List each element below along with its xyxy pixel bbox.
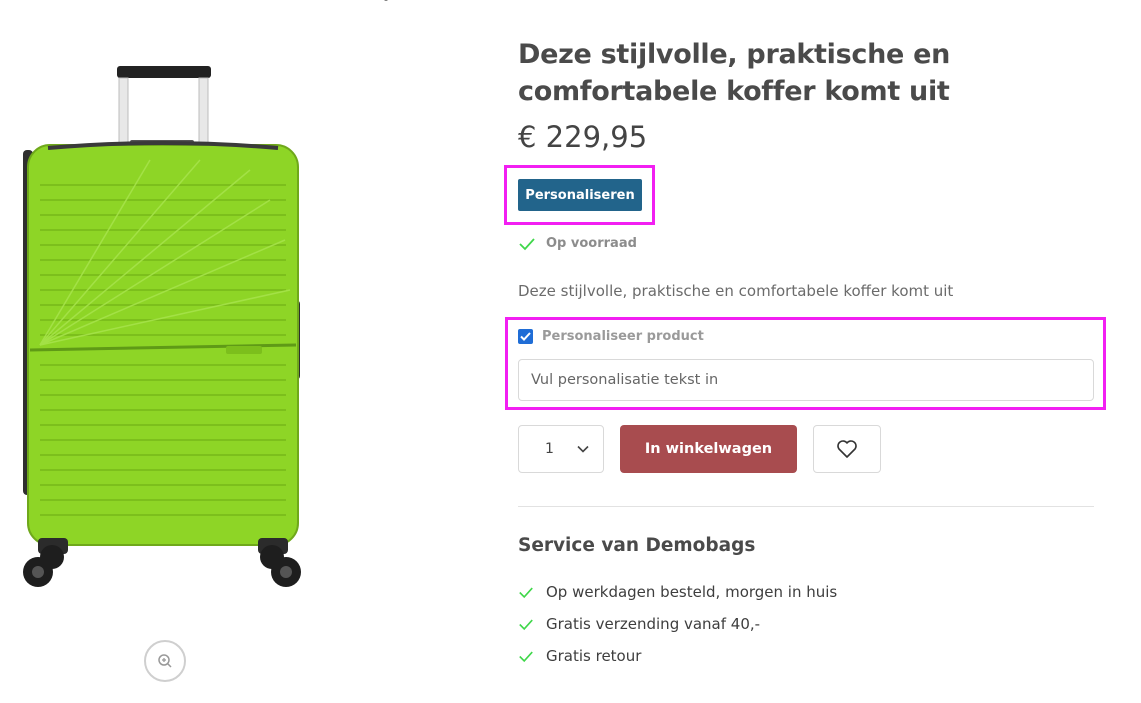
quantity-select[interactable]: 1 [518,425,604,473]
heart-icon [837,440,857,458]
service-item: Gratis verzending vanaf 40,- [518,608,837,640]
personalize-checkbox-row[interactable]: Personaliseer product [518,329,704,344]
check-icon [519,587,533,598]
service-title: Service van Demobags [518,535,756,556]
service-list: Op werkdagen besteld, morgen in huis Gra… [518,576,837,672]
service-item-label: Gratis retour [546,647,642,665]
service-item-label: Op werkdagen besteld, morgen in huis [546,583,838,601]
product-title: Deze stijlvolle, praktische en comfortab… [518,39,951,107]
check-icon [519,651,533,662]
product-description: Deze stijlvolle, praktische en comfortab… [518,282,954,300]
section-divider [518,506,1094,507]
suitcase-product-image [23,66,301,587]
zoom-in-icon [158,654,172,668]
service-item: Gratis retour [518,640,837,672]
personalize-checkbox-label: Personaliseer product [542,329,704,344]
product-price: € 229,95 [518,120,648,154]
wishlist-button[interactable] [813,425,881,473]
check-icon [519,619,533,630]
personalize-button[interactable]: Personaliseren [518,179,642,211]
chevron-down-icon [577,445,589,453]
personalize-checkbox[interactable] [518,329,533,344]
service-item-label: Gratis verzending vanaf 40,- [546,615,761,633]
personalization-text-input[interactable] [518,359,1094,401]
check-icon [519,237,535,250]
service-item: Op werkdagen besteld, morgen in huis [518,576,837,608]
scroll-indicator [384,0,388,1]
checkmark-icon [520,332,531,341]
stock-status: Op voorraad [518,236,637,251]
quantity-value: 1 [545,441,554,457]
add-to-cart-button[interactable]: In winkelwagen [620,425,797,473]
product-gallery [0,0,340,703]
stock-status-label: Op voorraad [546,236,637,251]
zoom-button[interactable] [144,640,186,682]
